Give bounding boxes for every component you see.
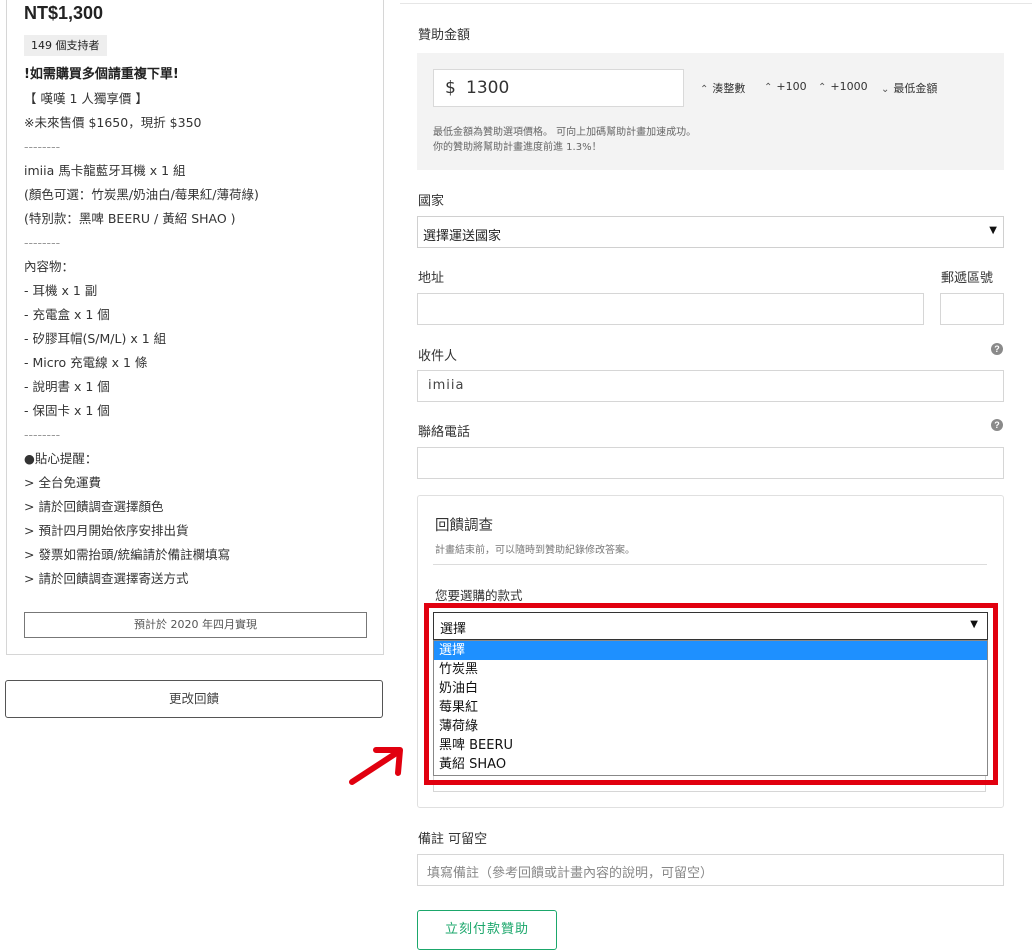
reward-line: - 說明書 x 1 個 <box>24 379 110 394</box>
note-input[interactable]: 填寫備註（參考回饋或計畫內容的說明，可留空） <box>417 854 1004 886</box>
phone-label: 聯絡電話 <box>418 425 471 440</box>
reward-line: ※未來售價 $1650，現折 $350 <box>24 115 202 130</box>
address-input[interactable] <box>417 293 924 325</box>
add-100-label: +100 <box>776 80 807 93</box>
caret-down-icon: ▼ <box>989 225 997 236</box>
add-1000-label: +1000 <box>830 80 868 93</box>
pay-now-button[interactable]: 立刻付款贊助 <box>417 910 557 950</box>
amount-input[interactable]: $ 1300 <box>433 69 684 107</box>
help-icon[interactable]: ? <box>991 419 1003 431</box>
reward-line: (顏色可選：竹炭黑/奶油白/莓果紅/薄荷綠) <box>24 187 259 202</box>
round-up-button[interactable]: ⌃ 湊整數 <box>700 80 745 96</box>
reward-line: (特別款：黑啤 BEERU / 黃紹 SHAO ) <box>24 211 236 226</box>
note-label: 備註 可留空 <box>418 832 488 847</box>
reward-line: - 耳機 x 1 副 <box>24 283 98 298</box>
chevron-up-icon: ⌃ <box>700 84 709 95</box>
reward-line: > 發票如需抬頭/統編請於備註欄填寫 <box>24 547 231 562</box>
reward-line: > 請於回饋調查選擇顏色 <box>24 499 164 514</box>
reward-line: - Micro 充電線 x 1 條 <box>24 355 148 370</box>
reward-separator: -------- <box>24 235 61 250</box>
amount-label: 贊助金額 <box>418 28 471 43</box>
help-icon[interactable]: ? <box>991 343 1003 355</box>
currency-symbol: $ <box>445 78 456 98</box>
survey-question: 您要選購的款式 <box>435 588 523 603</box>
postal-code-label: 郵遞區號 <box>941 271 994 286</box>
survey-title: 回饋調查 <box>435 518 493 534</box>
reward-line: imiia 馬卡龍藍牙耳機 x 1 組 <box>24 163 186 178</box>
reward-card: NT$1,300 149 個支持者 !如需購買多個請重複下單! 【 嘆嘆 1 人… <box>6 0 384 655</box>
reward-separator: -------- <box>24 139 61 154</box>
reward-line: > 請於回饋調查選擇寄送方式 <box>24 571 189 586</box>
round-up-label: 湊整數 <box>712 82 746 95</box>
address-label: 地址 <box>418 271 445 286</box>
backers-badge: 149 個支持者 <box>24 35 107 56</box>
recipient-input[interactable]: imiia <box>417 370 1004 402</box>
reward-line: 內容物： <box>24 259 75 274</box>
reward-description: !如需購買多個請重複下單! 【 嘆嘆 1 人獨享價 】 ※未來售價 $1650，… <box>24 67 374 595</box>
amount-hint-line: 最低金額為贊助選項價格。 可向上加碼幫助計畫加速成功。 <box>433 127 697 138</box>
reward-line: - 矽膠耳帽(S/M/L) x 1 組 <box>24 331 167 346</box>
postal-code-input[interactable] <box>940 293 1004 325</box>
amount-value: 1300 <box>466 78 510 98</box>
reward-line: - 保固卡 x 1 個 <box>24 403 110 418</box>
minimum-amount-label: 最低金額 <box>893 82 938 95</box>
reward-line: > 全台免運費 <box>24 475 101 490</box>
reward-line: > 預計四月開始依序安排出貨 <box>24 523 189 538</box>
phone-input[interactable] <box>417 447 1004 479</box>
chevron-down-icon: ⌄ <box>881 84 890 95</box>
amount-hint: 最低金額為贊助選項價格。 可向上加碼幫助計畫加速成功。 你的贊助將幫助計畫進度前… <box>433 125 696 155</box>
recipient-value: imiia <box>428 378 465 393</box>
country-select[interactable]: 選擇運送國家 ▼ <box>417 216 1004 248</box>
recipient-label: 收件人 <box>418 349 458 364</box>
highlight-box <box>424 603 998 785</box>
chevron-up-icon: ⌃ <box>818 82 827 93</box>
reward-line: 【 嘆嘆 1 人獨享價 】 <box>24 91 148 106</box>
change-reward-button[interactable]: 更改回饋 <box>5 680 383 718</box>
note-placeholder: 填寫備註（參考回饋或計畫內容的說明，可留空） <box>427 866 714 881</box>
add-1000-button[interactable]: ⌃ +1000 <box>818 80 868 93</box>
reward-line: ●貼心提醒： <box>24 451 98 466</box>
reward-line: - 充電盒 x 1 個 <box>24 307 110 322</box>
country-label: 國家 <box>418 194 445 209</box>
divider <box>400 3 1032 4</box>
chevron-up-icon: ⌃ <box>764 82 773 93</box>
country-select-value: 選擇運送國家 <box>423 229 502 244</box>
reward-line: !如需購買多個請重複下單! <box>24 67 179 82</box>
survey-subtitle: 計畫結束前，可以隨時到贊助紀錄修改答案。 <box>435 545 635 556</box>
delivery-estimate: 預計於 2020 年四月實現 <box>24 612 367 638</box>
red-arrow-icon <box>349 747 403 785</box>
add-100-button[interactable]: ⌃ +100 <box>764 80 807 93</box>
minimum-amount-button[interactable]: ⌄ 最低金額 <box>881 80 937 96</box>
divider <box>433 564 987 565</box>
reward-separator: -------- <box>24 427 61 442</box>
amount-hint-line: 你的贊助將幫助計畫進度前進 1.3%！ <box>433 142 602 153</box>
reward-price: NT$1,300 <box>24 3 104 23</box>
